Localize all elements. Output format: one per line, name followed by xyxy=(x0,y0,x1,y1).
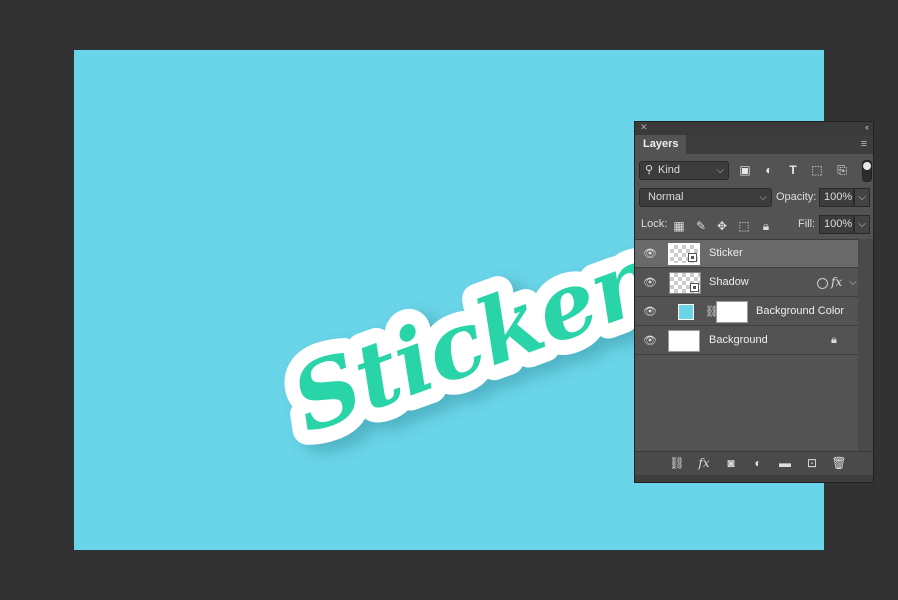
fill-input[interactable]: 100% xyxy=(819,215,854,234)
fill-label: Fill: xyxy=(798,218,816,230)
panel-titlebar[interactable]: ✕ ‹‹ xyxy=(635,122,873,135)
smart-object-filter-icon[interactable]: ⎘ xyxy=(834,162,850,178)
layer-thumbnail xyxy=(668,243,700,265)
layer-mask-thumbnail xyxy=(716,301,748,323)
adjustment-filter-icon[interactable]: ◐ xyxy=(761,162,777,178)
collapse-icon[interactable]: ‹‹ xyxy=(865,122,869,132)
lock-move-icon[interactable]: ✥ xyxy=(714,218,730,234)
layers-scrollbar[interactable] xyxy=(858,239,873,451)
filter-kind-dropdown[interactable]: ⚲ Kind ⌵ xyxy=(639,161,729,180)
fx-icon[interactable]: fx xyxy=(831,275,842,289)
lock-transparent-icon[interactable]: ▦ xyxy=(671,218,687,234)
opacity-chevron-icon[interactable]: ⌵ xyxy=(854,188,870,207)
lock-artboard-icon[interactable]: ⬚ xyxy=(736,218,752,234)
chevron-down-icon: ⌵ xyxy=(759,192,767,203)
lock-all-icon[interactable]: 🔒︎ xyxy=(758,218,774,234)
filter-kind-label: Kind xyxy=(658,164,681,176)
smart-object-badge-icon xyxy=(690,283,699,292)
layer-row-background[interactable]: 👁︎ Background 🔒︎ xyxy=(635,327,858,355)
visibility-eye-icon[interactable]: 👁︎ xyxy=(643,334,657,348)
trash-icon[interactable]: 🗑︎ xyxy=(830,455,848,471)
mask-icon[interactable]: ◙ xyxy=(722,455,740,471)
visibility-eye-icon[interactable]: 👁︎ xyxy=(643,276,657,290)
blend-mode-dropdown[interactable]: Normal ⌵ xyxy=(639,188,772,207)
tab-layers[interactable]: Layers xyxy=(635,135,687,154)
layer-thumbnail xyxy=(669,272,701,294)
visibility-eye-icon[interactable]: 👁︎ xyxy=(643,305,657,319)
type-filter-icon[interactable]: T xyxy=(785,162,801,178)
link-icon[interactable]: ⛓︎ xyxy=(668,455,686,471)
panel-resize-handle[interactable] xyxy=(635,475,873,482)
filter-effects-icon[interactable] xyxy=(817,278,828,289)
layers-panel: ✕ ‹‹ Layers ≡ ⚲ Kind ⌵ ▣ ◐ T ⬚ ⎘ Normal … xyxy=(634,121,874,483)
sticker-text: Sticker xyxy=(279,228,661,454)
fx-icon[interactable]: fx xyxy=(695,455,713,471)
layer-name: Background Color xyxy=(756,305,845,317)
search-icon: ⚲ xyxy=(645,164,654,176)
blend-mode-value: Normal xyxy=(648,191,684,203)
folder-icon[interactable]: ▬ xyxy=(776,455,794,471)
layer-name: Background xyxy=(709,334,768,346)
close-icon[interactable]: ✕ xyxy=(640,122,648,133)
smart-object-badge-icon xyxy=(688,253,697,262)
lock-brush-icon[interactable]: ✎ xyxy=(693,218,709,234)
panel-tab-bar: Layers ≡ xyxy=(635,135,873,154)
layer-name: Shadow xyxy=(709,276,749,288)
layer-row-sticker[interactable]: 👁︎ Sticker xyxy=(635,240,858,268)
lock-icon: 🔒︎ xyxy=(831,334,837,346)
new-layer-icon[interactable]: ⊡ xyxy=(803,455,821,471)
visibility-eye-icon[interactable]: 👁︎ xyxy=(643,247,657,261)
adjustment-icon[interactable]: ◐ xyxy=(749,455,767,471)
image-filter-icon[interactable]: ▣ xyxy=(737,162,753,178)
opacity-label: Opacity: xyxy=(776,191,817,203)
fill-chevron-icon[interactable]: ⌵ xyxy=(854,215,870,234)
shape-filter-icon[interactable]: ⬚ xyxy=(809,162,825,178)
panel-menu-icon[interactable]: ≡ xyxy=(861,138,867,150)
layer-name: Sticker xyxy=(709,247,743,259)
chevron-down-icon: ⌵ xyxy=(716,165,724,176)
lock-label: Lock: xyxy=(641,218,668,230)
opacity-input[interactable]: 100% xyxy=(819,188,854,207)
layer-thumbnail xyxy=(668,330,700,352)
fill-color-swatch[interactable] xyxy=(678,304,694,320)
layer-row-background-color[interactable]: 👁︎ ⛓︎ Background Color xyxy=(635,298,858,326)
expand-effects-chevron-icon[interactable]: ⌵ xyxy=(849,277,857,288)
layers-bottom-bar: ⛓︎ fx ◙ ◐ ▬ ⊡ 🗑︎ xyxy=(635,451,873,475)
filter-toggle[interactable] xyxy=(862,160,872,182)
layer-row-shadow[interactable]: 👁︎ Shadow fx ⌵ xyxy=(635,269,858,297)
